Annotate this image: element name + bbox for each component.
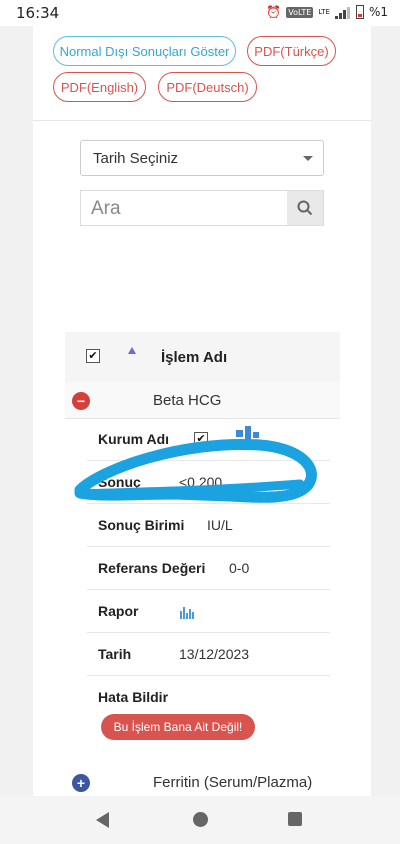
recent-apps-icon[interactable] [288, 812, 302, 826]
show-abnormal-button[interactable]: Normal Dışı Sonuçları Göster [53, 36, 236, 66]
date-select[interactable]: Tarih Seçiniz [80, 140, 324, 176]
row-test-name: Ferritin (Serum/Plazma) [153, 774, 313, 791]
pdf-english-button[interactable]: PDF(English) [53, 72, 146, 102]
not-my-test-button[interactable]: Bu İşlem Bana Ait Değil! [101, 714, 255, 740]
status-time: 16:34 [16, 4, 60, 22]
sort-asc-icon[interactable] [128, 347, 136, 354]
detail-label: Kurum Adı [98, 431, 170, 447]
back-icon[interactable] [96, 812, 109, 828]
search-input[interactable] [81, 191, 299, 227]
search-box [80, 190, 324, 227]
search-button[interactable] [287, 191, 323, 225]
detail-referans: Referans Değeri 0-0 [87, 547, 330, 590]
battery-percent: %1 [368, 5, 388, 19]
home-icon[interactable] [193, 812, 208, 827]
battery-icon [355, 5, 364, 19]
expand-row-icon[interactable]: + [72, 774, 90, 792]
detail-value: 0-0 [229, 560, 250, 576]
report-chart-icon[interactable] [179, 605, 195, 619]
detail-sonuc: Sonuç <0,200 [87, 461, 330, 504]
caret-down-icon [303, 156, 313, 161]
pdf-turkish-button[interactable]: PDF(Türkçe) [247, 36, 336, 66]
detail-value: IU/L [207, 517, 233, 533]
date-select-value: Tarih Seçiniz [93, 150, 179, 167]
search-icon [297, 200, 313, 216]
detail-label: Hata Bildir [98, 689, 169, 705]
kurum-checkbox[interactable]: ✔ [194, 432, 208, 446]
detail-label: Sonuç [98, 474, 141, 490]
signal-icon [334, 5, 351, 19]
detail-tarih: Tarih 13/12/2023 [87, 633, 330, 676]
collapse-row-icon[interactable]: − [72, 392, 90, 410]
volte-badge: VoLTE [286, 6, 314, 18]
status-bar: 16:34 ⏰ VoLTE LTE %1 [0, 0, 400, 26]
alarm-icon: ⏰ [266, 5, 282, 19]
results-card: Normal Dışı Sonuçları Göster PDF(Türkçe)… [33, 26, 371, 800]
institution-logo-icon [236, 426, 259, 450]
detail-label: Rapor [98, 603, 139, 619]
pdf-deutsch-button[interactable]: PDF(Deutsch) [158, 72, 257, 102]
status-icons: ⏰ VoLTE LTE %1 [266, 5, 388, 19]
lte-label: LTE [318, 8, 330, 16]
detail-kurum: Kurum Adı ✔ [87, 418, 330, 461]
table-row[interactable]: + Ferritin (Serum/Plazma) [65, 764, 340, 800]
detail-birim: Sonuç Birimi IU/L [87, 504, 330, 547]
select-all-checkbox[interactable]: ✔ [86, 349, 100, 363]
detail-value: 13/12/2023 [179, 646, 250, 662]
table-row[interactable]: − Beta HCG [65, 382, 340, 419]
detail-label: Sonuç Birimi [98, 517, 185, 533]
divider [33, 120, 371, 121]
table-header: ✔ İşlem Adı [65, 332, 340, 383]
system-nav-bar [0, 796, 400, 844]
detail-label: Tarih [98, 646, 132, 662]
column-header-islem-adi[interactable]: İşlem Adı [161, 349, 227, 366]
detail-value: <0,200 [179, 474, 223, 490]
row-test-name: Beta HCG [153, 392, 222, 409]
detail-rapor: Rapor [87, 590, 330, 633]
detail-label: Referans Değeri [98, 560, 206, 576]
